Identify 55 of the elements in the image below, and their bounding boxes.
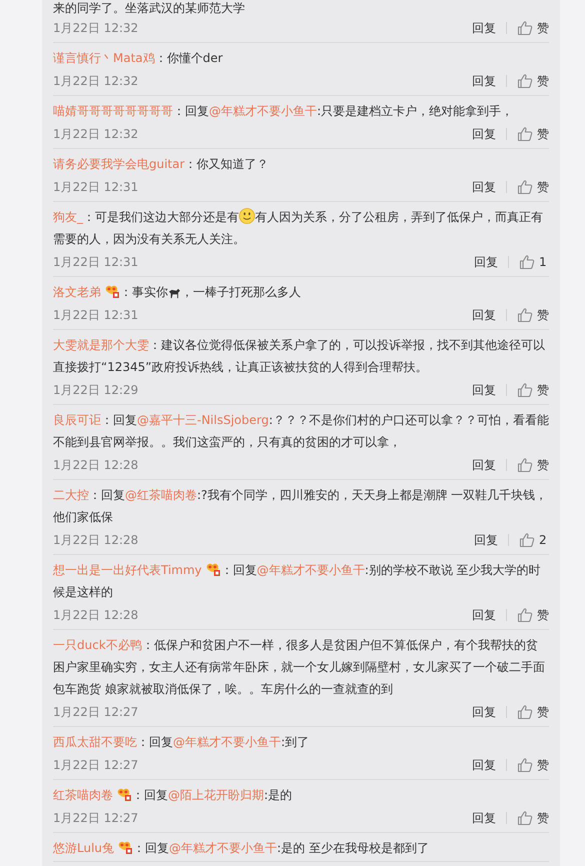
like-button[interactable]: 赞 — [517, 178, 549, 196]
comment-text: 洛文老弟 ：事实你 ，一棒子打死那么多人 — [53, 283, 302, 301]
reply-button[interactable]: 回复 — [474, 532, 498, 548]
like-button[interactable]: 1 — [519, 254, 549, 270]
like-button[interactable]: 赞 — [517, 382, 549, 398]
comment-text: 红茶喵肉卷 ：回复@陌上花开盼归期:是的 — [53, 786, 294, 804]
reply-button[interactable]: 回复 — [472, 382, 496, 398]
smiley-icon — [239, 208, 255, 224]
like-button[interactable]: 赞 — [517, 20, 549, 36]
comment-text: 大雯就是那个大雯：建议各位觉得低保被关系户拿了的，可以投诉举报，找不到其他途径可以直接拨打“12345”政府投诉热线，让真正该被扶贫的人得到合理帮扶。 — [53, 337, 546, 376]
comment-text: 请务必要我学会电guitar：你又知道了？ — [53, 156, 270, 173]
comment-text: 良辰可讵：回复@嘉平十三-NilsSjoberg:？？？不是你们村的户口还可以拿？？可怕，看看能不能到县官网举报。。我们这蛮严的，只有真的贫困的才可以拿， — [53, 412, 549, 451]
like-button[interactable]: 赞 — [517, 810, 549, 826]
comment-date: 1月22日 12:27 — [53, 704, 138, 720]
reply-button[interactable]: 回复 — [472, 704, 496, 720]
comment-text: 狗友_：可是我们这边大部分还是有 有人因为关系，分了公租房，弄到了低保户，而真正有需要的人，因为没有关系无人关注。 — [53, 207, 544, 248]
comment-date: 1月22日 12:32 — [53, 72, 138, 90]
comment-text: 一只duck不必鸭：低保户和贫困户不一样，很多人是贫困户但不算低保户，有个我帮扶的贫困户家里确实穷，女主人还有病常年卧床，就一个女儿嫁到隔壁村，女儿家买了一个破二手面包车跑货 娘家就被取消低保了，唉。。车房什么的一查就查的到 — [53, 637, 546, 698]
reply-button[interactable]: 回复 — [472, 810, 496, 826]
like-button[interactable]: 赞 — [517, 72, 549, 90]
comment-date: 1月22日 12:31 — [53, 178, 138, 196]
reply-button[interactable]: 回复 — [474, 254, 498, 270]
like-button[interactable]: 赞 — [517, 306, 549, 324]
reply-button[interactable]: 回复 — [472, 178, 496, 196]
comment-text: 来的同学了。坐落武汉的某师范大学 — [53, 0, 246, 16]
reply-button[interactable]: 回复 — [472, 456, 496, 474]
comment-text: 悠游Lulu兔 ：回复@年糕才不要小鱼干:是的 至少在我母校是都到了 — [53, 839, 430, 857]
comment-date: 1月22日 12:28 — [53, 606, 138, 624]
like-button[interactable]: 赞 — [517, 704, 549, 720]
reply-button[interactable]: 回复 — [472, 606, 496, 624]
comment-date: 1月22日 12:31 — [53, 306, 138, 324]
comment-date: 1月22日 12:32 — [53, 20, 138, 36]
reply-button[interactable]: 回复 — [472, 126, 496, 142]
comment-text: 谨言慎行丶Mata鸡：你懂个der — [53, 50, 224, 67]
like-button[interactable]: 赞 — [517, 606, 549, 624]
comment-date: 1月22日 12:27 — [53, 756, 138, 774]
comment-date: 1月22日 12:28 — [53, 532, 138, 548]
reply-button[interactable]: 回复 — [472, 306, 496, 324]
comment-date: 1月22日 12:27 — [53, 810, 138, 826]
like-button[interactable]: 2 — [519, 532, 549, 548]
like-button[interactable]: 赞 — [517, 126, 549, 142]
reply-button[interactable]: 回复 — [472, 72, 496, 90]
like-button[interactable]: 赞 — [517, 756, 549, 774]
reply-button[interactable]: 回复 — [472, 20, 496, 36]
reply-button[interactable]: 回复 — [472, 756, 496, 774]
comment-date: 1月22日 12:32 — [53, 126, 138, 142]
comment-text: 二大控：回复@红茶喵肉卷:?我有个同学，四川雅安的，天天身上都是潮牌 一双鞋几千块钱，他们家低保 — [53, 487, 548, 526]
like-button[interactable]: 赞 — [517, 456, 549, 474]
comment-text: 喵婧哥哥哥哥哥哥哥哥：回复@年糕才不要小鱼干:只要是建档立卡户，绝对能拿到手， — [53, 103, 514, 120]
comment-date: 1月22日 12:31 — [53, 254, 138, 270]
comment-text: 想一出是一出好代表Timmy ：回复@年糕才不要小鱼干:别的学校不敢说 至少我大学的时候是这样的 — [53, 561, 542, 601]
comment-text: 西瓜太甜不要吃：回复@年糕才不要小鱼干:到了 — [53, 734, 310, 751]
horse-icon — [168, 288, 181, 299]
comment-date: 1月22日 12:28 — [53, 456, 138, 474]
comment-date: 1月22日 12:29 — [53, 382, 138, 398]
